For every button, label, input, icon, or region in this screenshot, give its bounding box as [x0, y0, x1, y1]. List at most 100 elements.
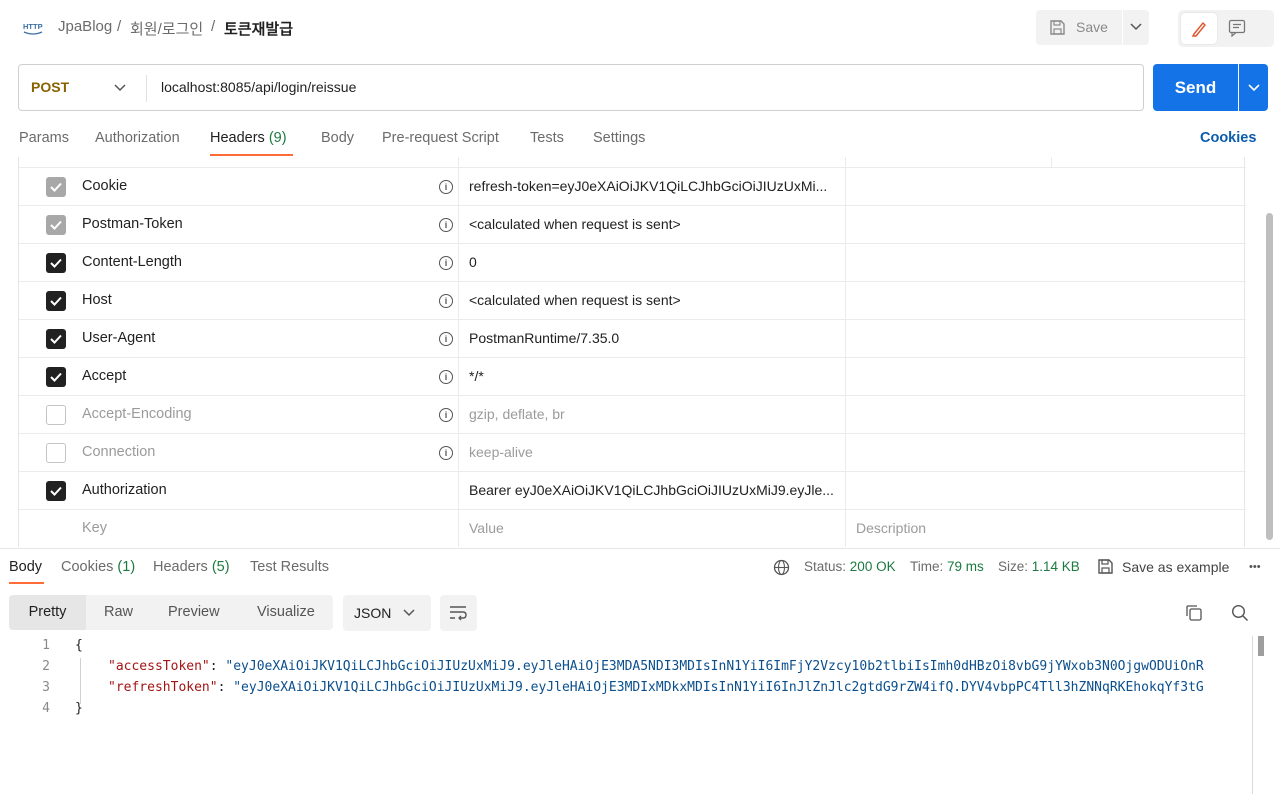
breadcrumb-folder[interactable]: 회원/로그인	[130, 18, 203, 39]
table-row: Host i <calculated when request is sent>	[19, 282, 1246, 320]
header-checkbox[interactable]	[46, 177, 66, 197]
send-button[interactable]: Send	[1153, 64, 1238, 111]
tab-body[interactable]: Body	[321, 130, 354, 146]
wrap-lines-button[interactable]	[440, 595, 477, 631]
info-icon[interactable]: i	[439, 180, 453, 194]
header-value[interactable]: */*	[469, 368, 484, 384]
more-options-icon[interactable]: •••	[1249, 561, 1261, 573]
view-tab-pretty[interactable]: Pretty	[9, 595, 86, 630]
header-key[interactable]: Accept-Encoding	[82, 406, 192, 422]
chevron-down-icon[interactable]	[114, 84, 126, 92]
header-key[interactable]: Authorization	[82, 482, 167, 498]
header-checkbox[interactable]	[46, 329, 66, 349]
globe-icon[interactable]	[773, 559, 790, 576]
check-icon	[50, 182, 62, 192]
indent-guide	[80, 658, 81, 704]
status-readout[interactable]: Status: 200 OK	[804, 559, 896, 574]
view-tab-raw[interactable]: Raw	[104, 604, 133, 620]
tab-tests[interactable]: Tests	[530, 130, 564, 146]
tab-headers-count: (9)	[268, 130, 287, 146]
view-tab-preview[interactable]: Preview	[168, 604, 220, 620]
tab-params[interactable]: Params	[19, 130, 69, 146]
check-icon	[50, 334, 62, 344]
copy-icon[interactable]	[1185, 604, 1203, 622]
save-as-example-button[interactable]: Save as example	[1122, 559, 1229, 575]
headers-table: Cookie i refresh-token=eyJ0eXAiOiJKV1QiL…	[18, 157, 1246, 548]
send-dropdown-button[interactable]	[1239, 64, 1268, 111]
scrollbar[interactable]	[1266, 213, 1273, 540]
info-icon[interactable]: i	[439, 408, 453, 422]
save-button[interactable]: Save	[1036, 10, 1122, 45]
header-key[interactable]: Accept	[82, 368, 126, 384]
pane-divider[interactable]	[0, 548, 1280, 549]
info-icon[interactable]: i	[439, 256, 453, 270]
header-checkbox[interactable]	[46, 443, 66, 463]
header-key[interactable]: Connection	[82, 444, 155, 460]
response-tab-headers-label: Headers	[153, 559, 208, 575]
comment-icon[interactable]	[1228, 19, 1246, 37]
response-body-editor[interactable]: 1 2 3 4 { "accessToken": "eyJ0eXAiOiJKV1…	[0, 630, 1253, 794]
tab-pre-request-script[interactable]: Pre-request Script	[382, 130, 499, 146]
json-value: "eyJ0eXAiOiJKV1QiLCJhbGciOiJIUzUxMiJ9.ey…	[233, 680, 1204, 695]
code-line: "accessToken": "eyJ0eXAiOiJKV1QiLCJhbGci…	[108, 659, 1204, 674]
header-value[interactable]: Bearer eyJ0eXAiOiJKV1QiLCJhbGciOiJIUzUxM…	[469, 482, 834, 498]
info-icon[interactable]: i	[439, 446, 453, 460]
header-value[interactable]: 0	[469, 254, 477, 270]
method-select[interactable]: POST	[31, 79, 69, 95]
new-header-key-input[interactable]: Key	[82, 520, 107, 536]
breadcrumb-separator: /	[211, 18, 216, 35]
info-icon[interactable]: i	[439, 370, 453, 384]
tab-authorization[interactable]: Authorization	[95, 130, 180, 146]
header-key[interactable]: Content-Length	[82, 254, 182, 270]
header-value[interactable]: <calculated when request is sent>	[469, 216, 681, 232]
divider	[146, 75, 147, 102]
new-header-row: Key Value Description	[19, 510, 1246, 548]
time-value: 79 ms	[947, 559, 984, 574]
header-checkbox[interactable]	[46, 291, 66, 311]
header-value[interactable]: keep-alive	[469, 444, 533, 460]
check-icon	[50, 220, 62, 230]
header-checkbox[interactable]	[46, 215, 66, 235]
cookies-link[interactable]: Cookies	[1200, 130, 1256, 146]
save-dropdown-button[interactable]	[1123, 10, 1149, 45]
search-icon[interactable]	[1231, 604, 1249, 622]
table-row: Connection i keep-alive	[19, 434, 1246, 472]
header-value[interactable]: PostmanRuntime/7.35.0	[469, 330, 619, 346]
header-value[interactable]: gzip, deflate, br	[469, 406, 565, 422]
header-value[interactable]: refresh-token=eyJ0eXAiOiJKV1QiLCJhbGciOi…	[469, 178, 827, 194]
breadcrumb-collection[interactable]: JpaBlog	[58, 18, 112, 35]
format-select[interactable]: JSON	[343, 595, 431, 631]
header-key[interactable]: Host	[82, 292, 112, 308]
header-value[interactable]: <calculated when request is sent>	[469, 292, 681, 308]
response-tab-body[interactable]: Body	[9, 559, 42, 575]
scrollbar[interactable]	[1258, 636, 1264, 656]
info-icon[interactable]: i	[439, 294, 453, 308]
header-checkbox[interactable]	[46, 405, 66, 425]
response-tab-test-results[interactable]: Test Results	[250, 559, 329, 575]
pencil-icon	[1191, 21, 1206, 37]
response-tab-cookies[interactable]: Cookies (1)	[61, 559, 135, 575]
header-key[interactable]: Postman-Token	[82, 216, 183, 232]
edit-mode-button[interactable]	[1181, 13, 1217, 44]
table-row: Cookie i refresh-token=eyJ0eXAiOiJKV1QiL…	[19, 168, 1246, 206]
tab-settings[interactable]: Settings	[593, 130, 645, 146]
tab-headers[interactable]: Headers (9)	[210, 130, 287, 146]
header-checkbox[interactable]	[46, 481, 66, 501]
view-tab-visualize[interactable]: Visualize	[257, 604, 315, 620]
request-name[interactable]: 토큰재발급	[224, 18, 293, 39]
response-tab-cookies-count: (1)	[117, 559, 136, 575]
new-header-value-input[interactable]: Value	[469, 520, 504, 536]
new-header-description-input[interactable]: Description	[856, 520, 926, 536]
url-input[interactable]: localhost:8085/api/login/reissue	[161, 79, 356, 95]
header-key[interactable]: User-Agent	[82, 330, 155, 346]
header-checkbox[interactable]	[46, 367, 66, 387]
info-icon[interactable]: i	[439, 332, 453, 346]
active-tab-indicator	[9, 582, 44, 584]
header-key[interactable]: Cookie	[82, 178, 127, 194]
header-checkbox[interactable]	[46, 253, 66, 273]
time-readout[interactable]: Time: 79 ms	[910, 559, 984, 574]
scrollbar-track	[1252, 636, 1253, 794]
response-tab-headers[interactable]: Headers (5)	[153, 559, 230, 575]
info-icon[interactable]: i	[439, 218, 453, 232]
size-readout[interactable]: Size: 1.14 KB	[998, 559, 1080, 574]
